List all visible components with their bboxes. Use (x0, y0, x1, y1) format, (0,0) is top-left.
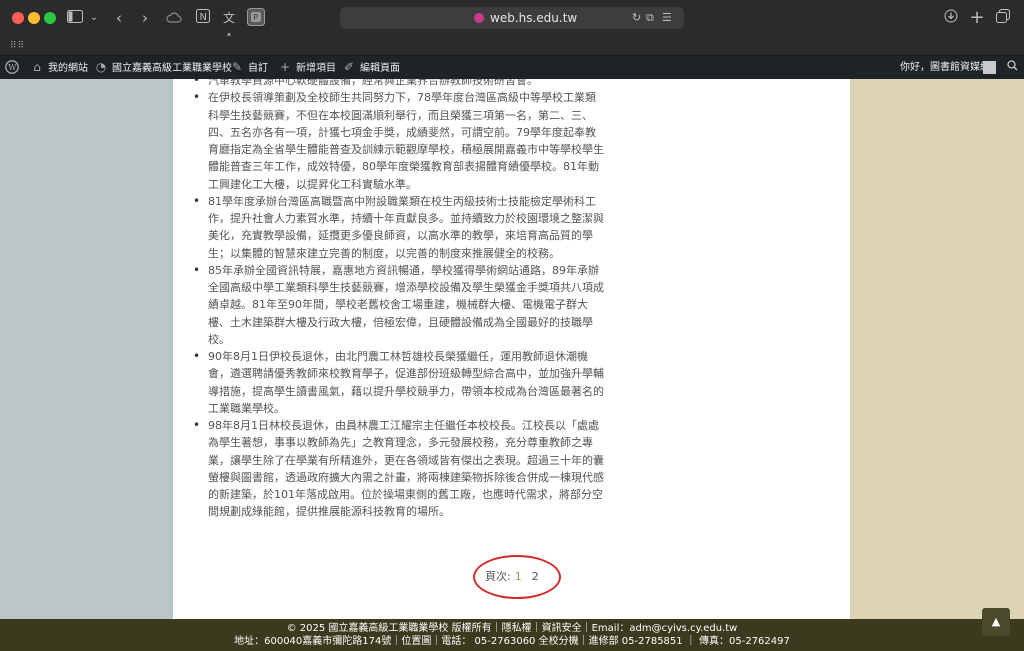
sidebar-icon[interactable] (66, 8, 84, 28)
site-favicon-icon (474, 13, 484, 23)
tab-overview-icon[interactable] (994, 8, 1012, 28)
arrow-up-icon: ▲ (991, 615, 1001, 628)
pencil-icon: ✐ (343, 60, 355, 74)
browser-toolbar: ⌄ ‹ › N 文A P web.hs.edu.tw ↻ ⧉ ☰ + (0, 0, 1024, 45)
my-sites-label: 我的網站 (48, 63, 88, 74)
close-window-button[interactable] (12, 12, 24, 24)
list-item-text: 81學年度承辦台灣區高職暨高中附設職業類在校生丙級技術士技能檢定學術科工作，提升… (208, 194, 604, 260)
customize-label: 自訂 (248, 63, 268, 74)
annotation-circle (473, 555, 561, 599)
list-item: 在伊校長領導策劃及全校師生共同努力下，78學年度台灣區高級中等學校工業類科學生技… (193, 89, 606, 193)
brush-icon: ✎ (231, 60, 243, 74)
svg-text:P: P (253, 13, 258, 22)
extension-p-icon[interactable]: P (246, 8, 266, 28)
address-bar[interactable]: web.hs.edu.tw ↻ ⧉ ☰ (340, 7, 684, 29)
customize-link[interactable]: ✎ 自訂 (230, 56, 268, 79)
list-item: 85年承辦全國資訊特展，嘉惠地方資訊暢通，學校獲得學術網站通路，89年承辦全國高… (193, 262, 606, 348)
footer-copyright: © 2025 國立嘉義高級工業職業學校 版權所有｜隱私權｜資訊安全｜Email：… (286, 623, 738, 634)
notion-extension-icon[interactable]: N (194, 8, 212, 28)
list-item: 98年8月1日林校長退休，由員林農工江耀宗主任繼任本校校長。江校長以「處處為學生… (193, 417, 606, 521)
zoom-window-button[interactable] (44, 12, 56, 24)
back-to-top-button[interactable]: ▲ (982, 608, 1010, 636)
back-icon[interactable]: ‹ (112, 8, 126, 28)
browser-window: ⌄ ‹ › N 文A P web.hs.edu.tw ↻ ⧉ ☰ + ⠿⠿ (0, 0, 1024, 651)
svg-text:W: W (8, 63, 17, 72)
new-item-label: 新增項目 (296, 63, 336, 74)
new-tab-icon[interactable]: + (968, 8, 986, 28)
dashboard-icon: ◔ (95, 60, 107, 74)
list-item-text: 90年8月1日伊校長退休，由北門農工林哲雄校長榮獲繼任，運用教師退休潮機會，遴選… (208, 350, 604, 415)
site-name-menu[interactable]: ◔ 國立嘉義高級工業職業學校 (94, 56, 232, 79)
translate-icon[interactable]: 文A (220, 8, 238, 45)
page-viewport: 汽車教學資源中心軟硬體設備，經常與企業界合辦教師技術研習會。 在伊校長領導策劃及… (0, 79, 1024, 619)
favorites-bar: ⠿⠿ (0, 36, 1024, 56)
reader-icon[interactable]: ☰ (662, 10, 672, 26)
my-sites-menu[interactable]: ⌂ 我的網站 (30, 56, 88, 79)
site-footer: © 2025 國立嘉義高級工業職業學校 版權所有｜隱私權｜資訊安全｜Email：… (0, 619, 1024, 651)
forward-icon[interactable]: › (138, 8, 152, 28)
history-list: 汽車教學資源中心軟硬體設備，經常與企業界合辦教師技術研習會。 在伊校長領導策劃及… (193, 79, 606, 521)
translate-page-icon[interactable]: ⧉ (646, 10, 654, 26)
account-greeting[interactable]: 你好，圖書館資媒組 (900, 56, 990, 79)
list-item-text: 汽車教學資源中心軟硬體設備，經常與企業界合辦教師技術研習會。 (208, 79, 538, 87)
list-item: 90年8月1日伊校長退休，由北門農工林哲雄校長榮獲繼任，運用教師退休潮機會，遴選… (193, 348, 606, 417)
footer-contact: 地址：600040嘉義市彌陀路174號｜位置圖｜電話： 05-2763060 全… (234, 636, 790, 647)
svg-text:N: N (200, 12, 207, 23)
grid-icon[interactable]: ⠿⠿ (10, 41, 25, 51)
avatar[interactable] (983, 61, 996, 74)
plus-icon: + (279, 60, 291, 74)
wordpress-logo-icon[interactable]: W (5, 56, 19, 79)
main-content: 汽車教學資源中心軟硬體設備，經常與企業界合辦教師技術研習會。 在伊校長領導策劃及… (173, 79, 850, 619)
list-item-partial: 汽車教學資源中心軟硬體設備，經常與企業界合辦教師技術研習會。 (193, 79, 606, 90)
reload-icon[interactable]: ↻ (632, 10, 641, 26)
list-item-text: 85年承辦全國資訊特展，嘉惠地方資訊暢通，學校獲得學術網站通路，89年承辦全國高… (208, 263, 604, 346)
new-item-menu[interactable]: + 新增項目 (278, 56, 336, 79)
wp-admin-bar: W ⌂ 我的網站 ◔ 國立嘉義高級工業職業學校 ✎ 自訂 + 新增項目 ✐ 編輯頁面 你好… (0, 56, 1024, 79)
edit-page-link[interactable]: ✐ 編輯頁面 (342, 56, 400, 79)
site-name-label: 國立嘉義高級工業職業學校 (112, 63, 232, 74)
minimize-window-button[interactable] (28, 12, 40, 24)
cloud-icon[interactable] (164, 8, 184, 28)
list-item-text: 在伊校長領導策劃及全校師生共同努力下，78學年度台灣區高級中等學校工業類科學生技… (208, 91, 604, 191)
search-icon[interactable] (1007, 56, 1018, 79)
downloads-icon[interactable] (942, 8, 960, 28)
list-item: 81學年度承辦台灣區高職暨高中附設職業類在校生丙級技術士技能檢定學術科工作，提升… (193, 193, 606, 262)
url-text: web.hs.edu.tw (490, 11, 578, 25)
list-item-text: 98年8月1日林校長退休，由員林農工江耀宗主任繼任本校校長。江校長以「處處為學生… (208, 419, 604, 519)
chevron-down-icon[interactable]: ⌄ (88, 8, 100, 28)
edit-page-label: 編輯頁面 (360, 63, 400, 74)
right-side-panel (850, 79, 1024, 619)
house-icon: ⌂ (33, 60, 41, 74)
